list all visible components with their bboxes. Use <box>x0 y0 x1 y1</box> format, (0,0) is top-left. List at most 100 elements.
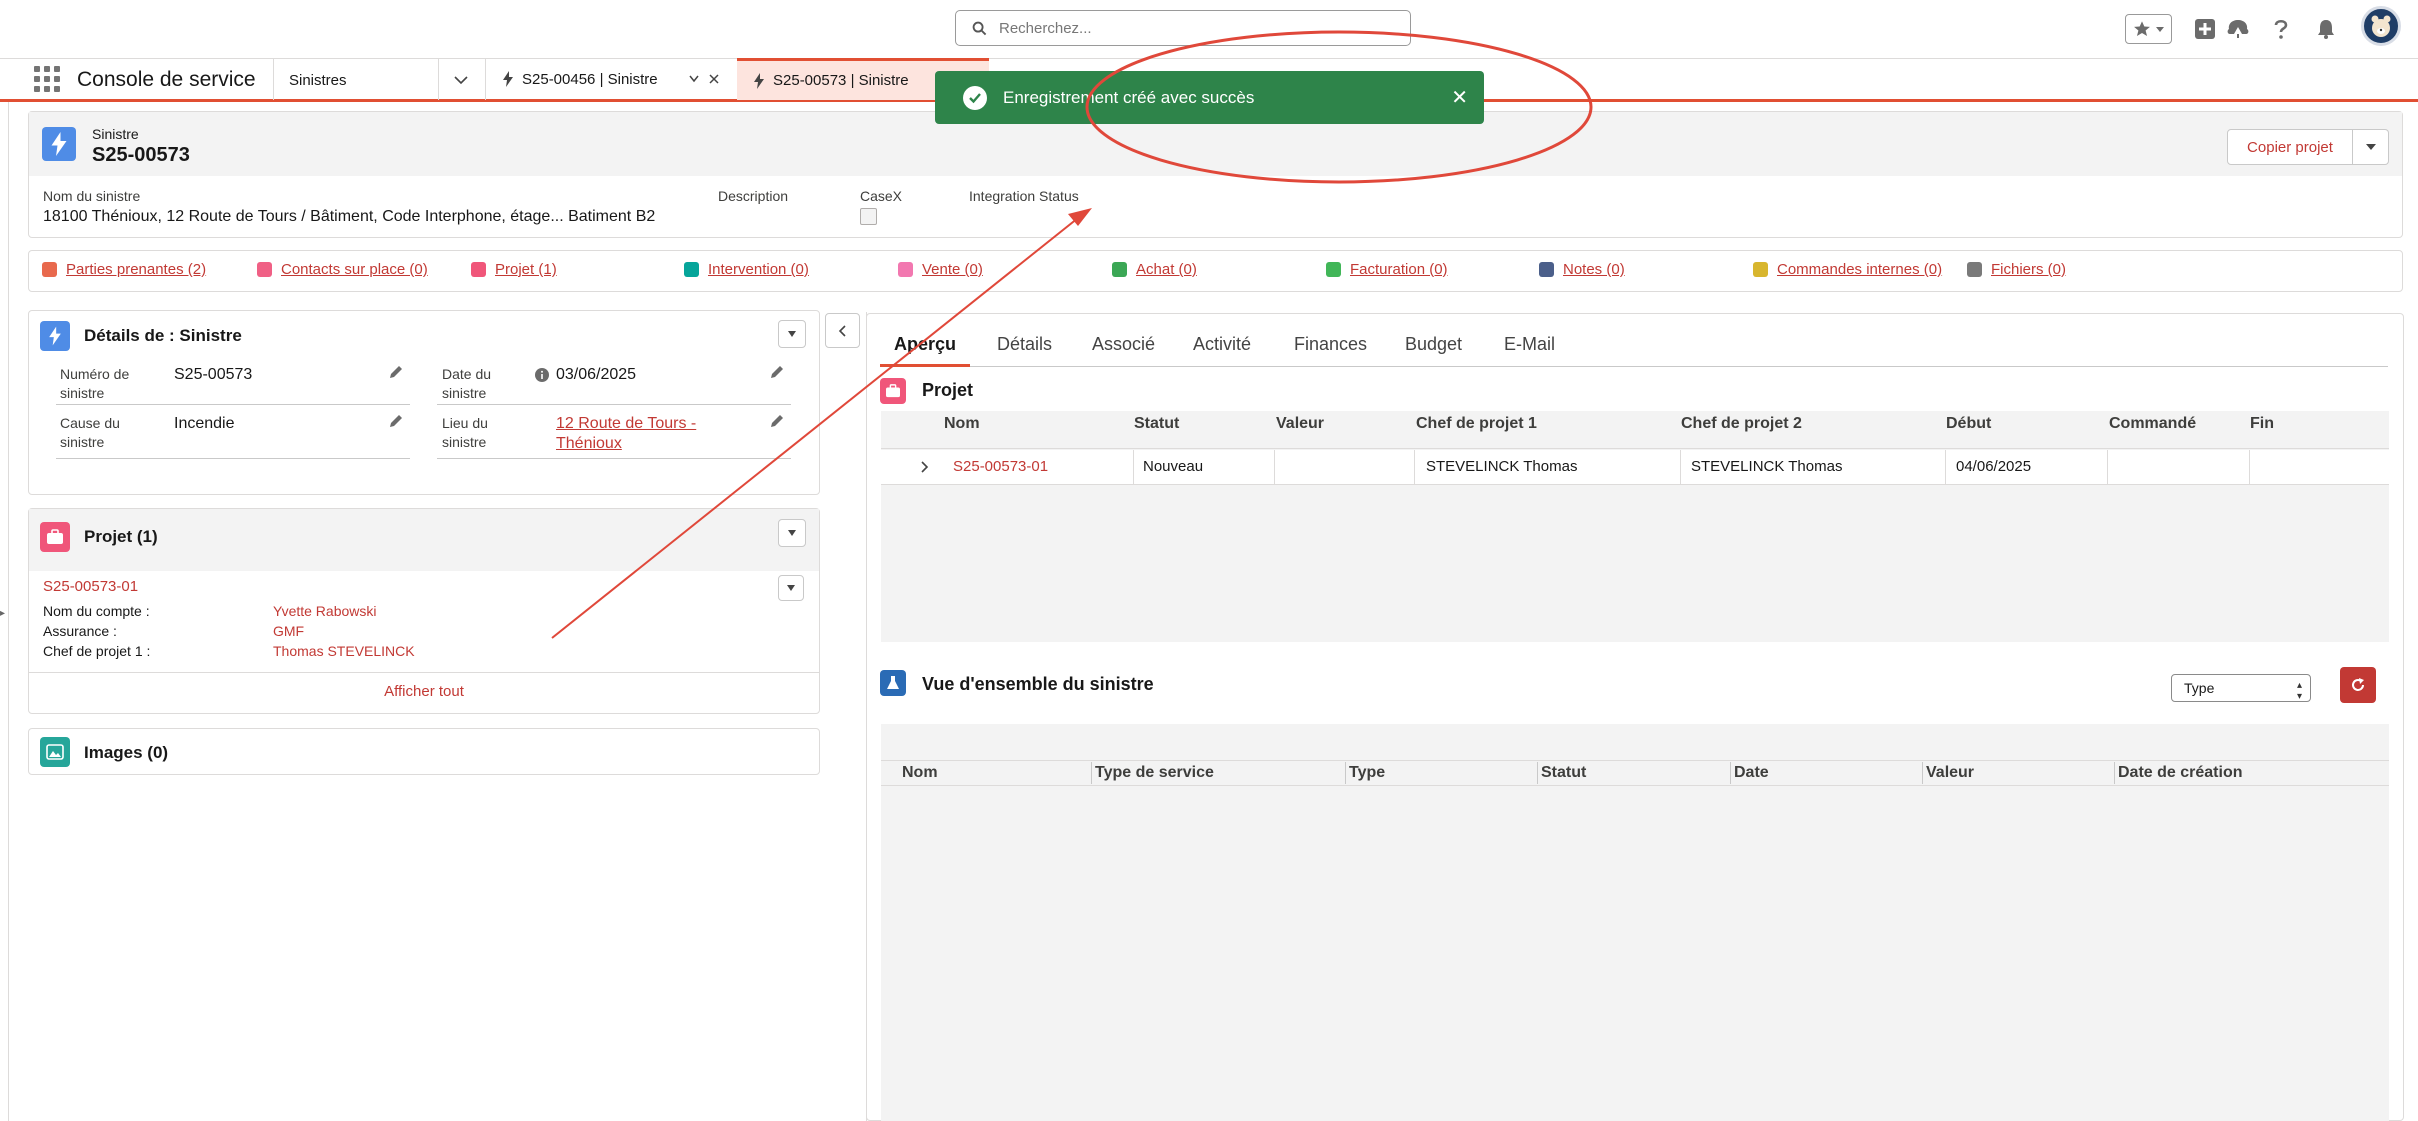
global-search-input[interactable]: Recherchez... <box>955 10 1411 46</box>
column-header[interactable]: Fin <box>2250 415 2274 433</box>
avatar[interactable] <box>2361 6 2401 46</box>
favorites-button[interactable] <box>2125 14 2172 44</box>
cell-divider <box>1945 450 1946 485</box>
related-link-intervention[interactable]: Intervention (0) <box>684 261 809 278</box>
column-header[interactable]: Nom <box>944 415 980 433</box>
column-header[interactable]: Statut <box>1541 764 1586 782</box>
column-header[interactable]: Valeur <box>1276 415 1324 433</box>
images-card-title: Images (0) <box>84 743 169 762</box>
project-item-menu-button[interactable] <box>778 575 804 601</box>
field-label-numero: Numéro de sinistre <box>60 366 130 401</box>
help-icon[interactable] <box>2266 14 2296 44</box>
cell-chef-projet-2: STEVELINCK Thomas <box>1691 458 1843 475</box>
cell-divider <box>1680 450 1681 485</box>
info-icon <box>535 368 549 382</box>
app-launcher-icon[interactable] <box>34 66 60 92</box>
chevron-down-icon[interactable] <box>688 74 700 84</box>
briefcase-icon <box>40 522 70 552</box>
type-select-value: Type <box>2184 680 2215 696</box>
tab-s25-00456[interactable]: S25-00456 | Sinistre <box>486 58 736 100</box>
nav-divider <box>273 58 274 100</box>
related-link-notes[interactable]: Notes (0) <box>1539 261 1625 278</box>
cell-project-name-link[interactable]: S25-00573-01 <box>953 458 1048 475</box>
cell-divider <box>2249 450 2250 485</box>
project-item-link[interactable]: S25-00573-01 <box>43 578 138 595</box>
column-header[interactable]: Commandé <box>2109 415 2196 433</box>
project-row-value-link[interactable]: Thomas STEVELINCK <box>273 641 415 661</box>
pencil-icon[interactable] <box>769 413 785 429</box>
chevron-down-icon[interactable] <box>443 72 479 90</box>
project-row-value-link[interactable]: GMF <box>273 621 304 641</box>
column-header[interactable]: Chef de projet 2 <box>1681 415 1802 433</box>
column-header[interactable]: Début <box>1946 415 1991 433</box>
related-link-commandes-internes[interactable]: Commandes internes (0) <box>1753 261 1942 278</box>
column-divider <box>1345 762 1346 784</box>
related-link-projet[interactable]: Projet (1) <box>471 261 557 278</box>
chevron-right-icon[interactable] <box>919 460 929 474</box>
column-header[interactable]: Statut <box>1134 415 1179 433</box>
success-toast: Enregistrement créé avec succès ✕ <box>935 71 1484 124</box>
tab-budget[interactable]: Budget <box>1405 334 1462 355</box>
field-divider <box>437 458 791 459</box>
column-header[interactable]: Nom <box>902 764 938 782</box>
cell-status: Nouveau <box>1143 458 1204 475</box>
project-row-label: Chef de projet 1 : <box>43 643 151 659</box>
order-icon <box>1753 262 1768 277</box>
lightning-icon <box>42 127 76 161</box>
related-link-parties-prenantes[interactable]: Parties prenantes (2) <box>42 261 206 278</box>
trailhead-icon[interactable] <box>2223 14 2253 44</box>
related-link-vente[interactable]: Vente (0) <box>898 261 983 278</box>
object-selector-label[interactable]: Sinistres <box>289 72 347 89</box>
tab-details[interactable]: Détails <box>997 334 1052 355</box>
related-link-achat[interactable]: Achat (0) <box>1112 261 1197 278</box>
related-link-contacts[interactable]: Contacts sur place (0) <box>257 261 428 278</box>
bell-icon[interactable] <box>2311 14 2341 44</box>
lightning-icon <box>753 72 765 89</box>
column-header[interactable]: Valeur <box>1926 764 1974 782</box>
column-divider <box>2114 762 2115 784</box>
tab-label: S25-00573 | Sinistre <box>773 72 909 89</box>
column-header[interactable]: Chef de projet 1 <box>1416 415 1537 433</box>
tab-finances[interactable]: Finances <box>1294 334 1367 355</box>
column-divider <box>1537 762 1538 784</box>
lightning-icon <box>502 71 514 87</box>
related-link-fichiers[interactable]: Fichiers (0) <box>1967 261 2066 278</box>
field-value-lieu-link[interactable]: 12 Route de Tours - Thénioux <box>556 414 696 454</box>
utility-toggle-icon[interactable]: ▸ <box>0 608 5 619</box>
tab-activite[interactable]: Activité <box>1193 334 1251 355</box>
pencil-icon[interactable] <box>769 364 785 380</box>
column-header[interactable]: Date de création <box>2118 764 2242 782</box>
pencil-icon[interactable] <box>388 413 404 429</box>
sort-arrows-icon: ▴ ▾ <box>2296 680 2302 702</box>
casex-checkbox[interactable] <box>860 208 877 225</box>
related-link-facturation[interactable]: Facturation (0) <box>1326 261 1448 278</box>
project-card-menu-button[interactable] <box>778 519 806 547</box>
type-select[interactable]: Type ▴ ▾ <box>2171 674 2311 702</box>
tab-associe[interactable]: Associé <box>1092 334 1155 355</box>
lightning-icon <box>40 321 70 351</box>
more-actions-button[interactable] <box>2353 129 2389 165</box>
project-row-value-link[interactable]: Yvette Rabowski <box>273 601 377 621</box>
overview-section-title: Vue d'ensemble du sinistre <box>922 674 1154 694</box>
column-header[interactable]: Date <box>1734 764 1769 782</box>
field-value-cause: Incendie <box>174 415 235 432</box>
column-header[interactable]: Type <box>1349 764 1385 782</box>
field-value-date: 03/06/2025 <box>556 366 637 383</box>
pencil-icon[interactable] <box>388 364 404 380</box>
close-icon[interactable] <box>708 73 720 85</box>
column-header[interactable]: Type de service <box>1095 764 1214 782</box>
tab-email[interactable]: E-Mail <box>1504 334 1555 355</box>
global-actions-icon[interactable] <box>2190 14 2220 44</box>
field-label-description: Description <box>718 188 789 204</box>
collapse-left-panel-button[interactable] <box>825 313 860 348</box>
refresh-button[interactable] <box>2340 667 2376 703</box>
copy-project-button[interactable]: Copier projet <box>2227 129 2353 165</box>
project-card-title: Projet (1) <box>84 527 158 546</box>
stakeholder-icon <box>42 262 57 277</box>
project-row-label: Nom du compte : <box>43 603 150 619</box>
tab-apercu[interactable]: Aperçu <box>894 334 956 355</box>
view-all-link[interactable]: Afficher tout <box>29 683 819 700</box>
details-card-menu-button[interactable] <box>778 320 806 348</box>
close-icon[interactable]: ✕ <box>1451 85 1468 110</box>
field-label-date: Date du sinistre <box>442 366 492 401</box>
